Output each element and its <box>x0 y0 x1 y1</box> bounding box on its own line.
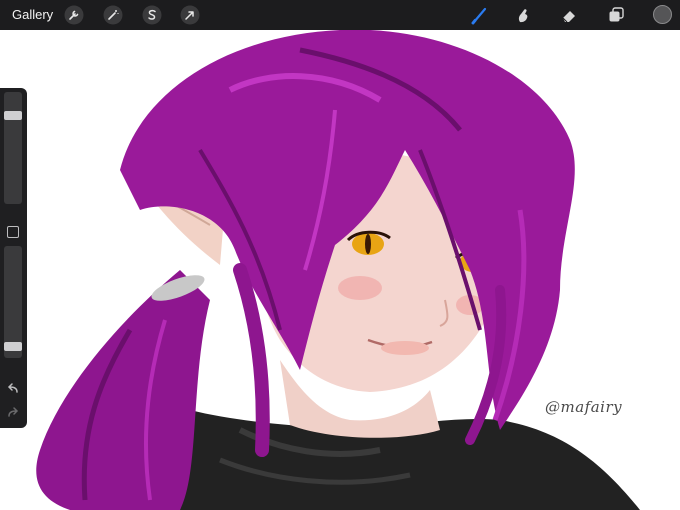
wrench-icon[interactable] <box>64 5 84 25</box>
gallery-button[interactable]: Gallery <box>12 7 53 22</box>
brush-size-slider[interactable] <box>4 92 22 204</box>
magic-wand-icon[interactable] <box>103 5 123 25</box>
brush-opacity-slider[interactable] <box>4 246 22 358</box>
artist-signature: @mafairy <box>545 398 623 416</box>
brush-icon[interactable] <box>470 5 490 25</box>
brush-size-knob[interactable] <box>4 111 22 120</box>
top-toolbar: Gallery <box>0 0 680 30</box>
redo-arrow-icon[interactable] <box>4 406 22 420</box>
brush-opacity-knob[interactable] <box>4 342 22 351</box>
arrow-cursor-icon[interactable] <box>180 5 200 25</box>
layers-icon[interactable] <box>606 5 626 25</box>
left-sidebar <box>0 88 27 428</box>
modify-button[interactable] <box>7 226 19 238</box>
color-picker-button[interactable] <box>653 5 672 24</box>
artwork <box>0 30 680 510</box>
eraser-icon[interactable] <box>559 5 579 25</box>
smudge-finger-icon[interactable] <box>513 5 533 25</box>
selection-s-icon[interactable] <box>142 5 162 25</box>
drawing-canvas[interactable] <box>0 30 680 510</box>
undo-arrow-icon[interactable] <box>4 382 22 396</box>
